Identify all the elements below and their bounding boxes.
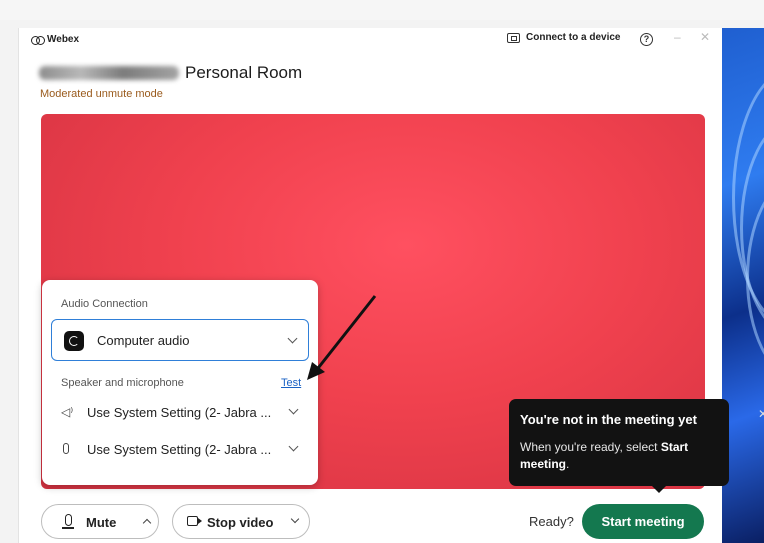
audio-connection-heading: Audio Connection [61,298,148,310]
ready-label: Ready? [529,514,574,529]
speaker-dropdown[interactable]: ◁⁾ Use System Setting (2- Jabra ... [61,403,307,423]
close-window-button[interactable]: ✕ [700,30,710,44]
audio-connection-dropdown[interactable]: Computer audio [51,319,309,361]
help-icon[interactable]: ? [640,33,653,46]
webex-logo-icon [31,35,45,45]
camera-icon [187,516,202,526]
audio-app-icon [64,331,84,351]
tooltip-body-end: . [566,457,570,471]
chevron-down-icon[interactable] [290,514,300,524]
audio-connection-value: Computer audio [97,333,190,348]
chevron-down-icon [287,333,298,344]
annotation-arrow [307,295,377,380]
test-audio-link[interactable]: Test [281,377,301,389]
app-name: Webex [47,34,80,45]
mute-label: Mute [86,515,117,530]
tooltip-body: When you're ready, select Start meeting. [520,439,726,473]
audio-connection-panel: Audio Connection Computer audio Speaker … [42,280,318,485]
tooltip-title: You're not in the meeting yet [520,412,697,427]
speaker-icon: ◁⁾ [61,405,74,419]
chevron-down-icon [288,441,299,452]
start-meeting-button[interactable]: Start meeting [582,504,704,539]
app-brand: Webex [31,34,79,45]
chevron-up-icon[interactable] [142,518,152,528]
microphone-dropdown[interactable]: Use System Setting (2- Jabra ... [61,440,307,460]
speaker-mic-label: Speaker and microphone [61,377,184,389]
microphone-icon [62,514,74,529]
connect-to-device-button[interactable]: Connect to a device [507,32,620,43]
microphone-icon [63,443,69,454]
minimize-button[interactable]: – [674,30,681,44]
room-title: Personal Room [185,63,303,82]
close-icon[interactable]: ✕ [758,407,764,421]
device-icon [507,32,520,43]
chevron-down-icon [288,404,299,415]
top-strip [0,0,764,20]
microphone-value: Use System Setting (2- Jabra ... [87,442,272,457]
connect-label: Connect to a device [526,32,621,43]
webex-window: Webex Connect to a device ? – ✕ Personal… [18,28,764,543]
speaker-value: Use System Setting (2- Jabra ... [87,405,272,420]
stop-video-label: Stop video [207,515,274,530]
title-bar: Webex Connect to a device ? – ✕ [19,28,723,54]
mute-button[interactable]: Mute [41,504,159,539]
redacted-host-name [39,66,179,80]
not-in-meeting-tooltip: You're not in the meeting yet ✕ When you… [509,399,764,493]
page-title: Personal Room [39,63,302,83]
tooltip-body-text: When you're ready, select [520,440,661,454]
stop-video-button[interactable]: Stop video [172,504,310,539]
unmute-mode-label: Moderated unmute mode [40,88,163,100]
